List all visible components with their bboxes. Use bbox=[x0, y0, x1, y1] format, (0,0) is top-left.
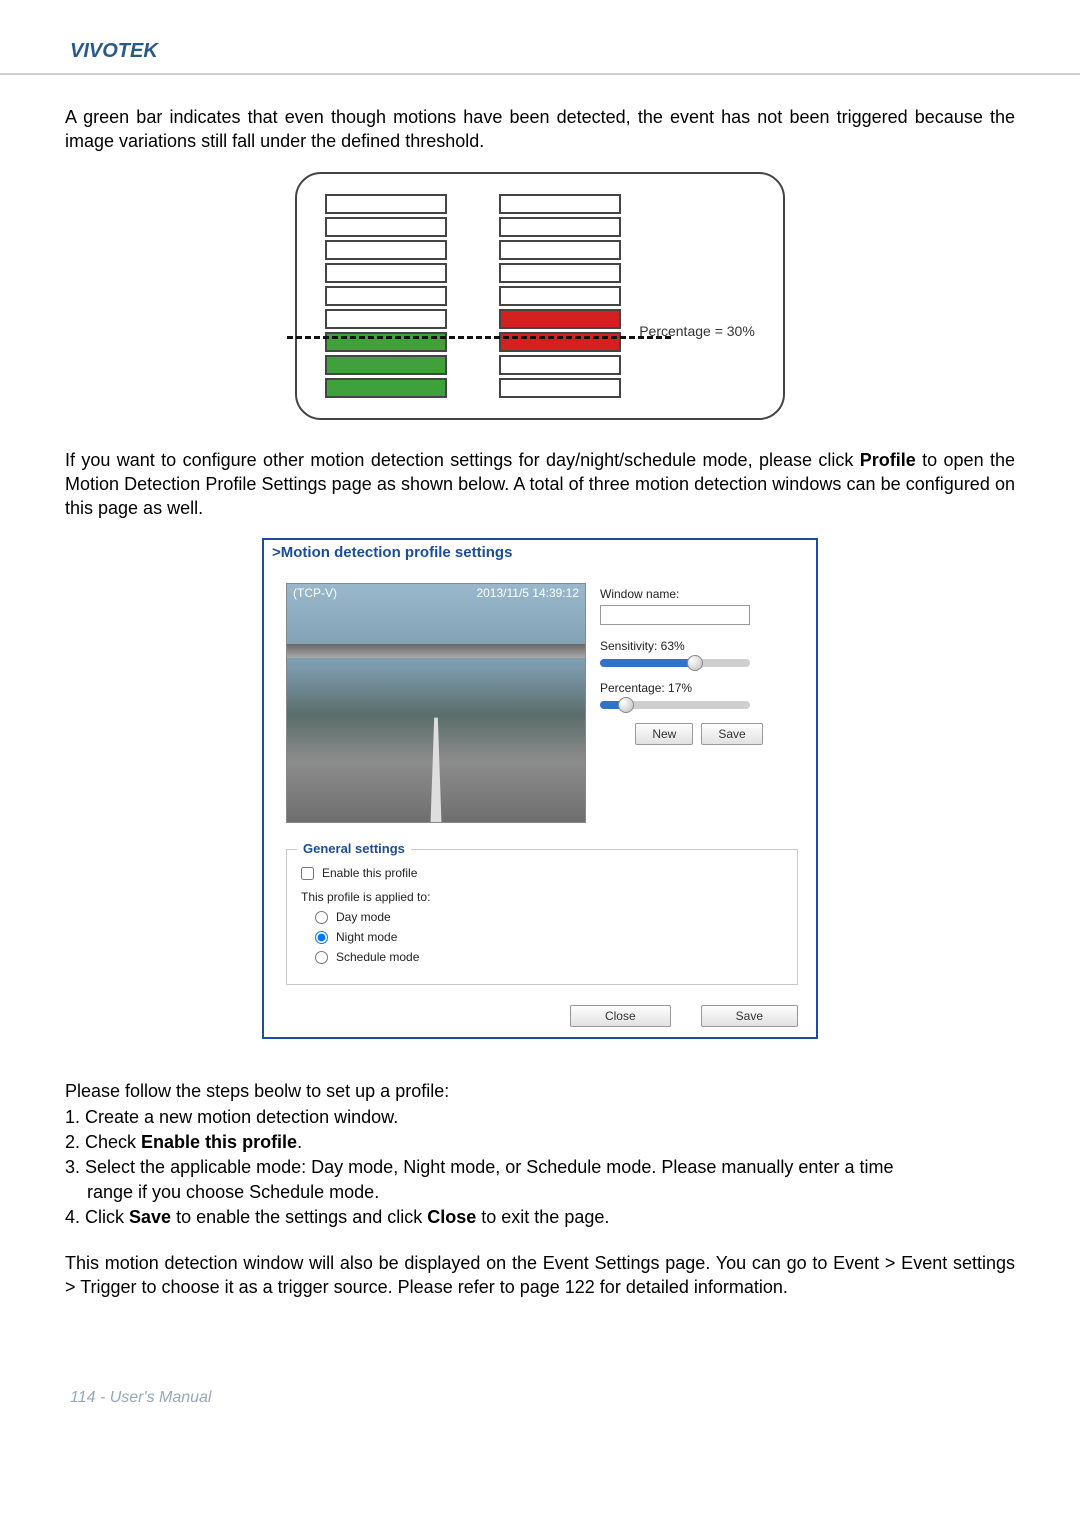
brand-label: VIVOTEK bbox=[70, 40, 158, 62]
red-bar-column bbox=[499, 194, 621, 398]
enable-profile-checkbox[interactable] bbox=[301, 867, 314, 880]
header-divider bbox=[0, 73, 1080, 75]
window-name-input[interactable] bbox=[600, 605, 750, 625]
applied-to-label: This profile is applied to: bbox=[301, 890, 783, 904]
profile-settings-screenshot: >Motion detection profile settings (TCP-… bbox=[262, 538, 818, 1039]
schedule-mode-row[interactable]: Schedule mode bbox=[315, 950, 783, 964]
new-button[interactable]: New bbox=[635, 723, 693, 745]
osd-camera-name: (TCP-V) bbox=[293, 586, 337, 600]
setup-steps: Please follow the steps beolw to set up … bbox=[65, 1079, 1015, 1230]
percentage-slider-label: Percentage: 17% bbox=[600, 681, 798, 695]
threshold-line bbox=[287, 336, 671, 339]
day-mode-row[interactable]: Day mode bbox=[315, 910, 783, 924]
close-button[interactable]: Close bbox=[570, 1005, 671, 1027]
night-mode-row[interactable]: Night mode bbox=[315, 930, 783, 944]
percentage-slider[interactable] bbox=[600, 701, 750, 709]
event-settings-paragraph: This motion detection window will also b… bbox=[65, 1251, 1015, 1300]
enable-profile-label: Enable this profile bbox=[322, 866, 417, 880]
enable-profile-row[interactable]: Enable this profile bbox=[301, 866, 783, 880]
footer-save-button[interactable]: Save bbox=[701, 1005, 798, 1027]
profile-paragraph: If you want to configure other motion de… bbox=[65, 448, 1015, 521]
page-footer: 114 - User's Manual bbox=[0, 1359, 1080, 1447]
night-mode-radio[interactable] bbox=[315, 931, 328, 944]
video-preview: (TCP-V) 2013/11/5 14:39:12 bbox=[286, 583, 586, 823]
panel-title: >Motion detection profile settings bbox=[264, 540, 816, 565]
general-settings-legend: General settings bbox=[297, 841, 411, 856]
sensitivity-label: Sensitivity: 63% bbox=[600, 639, 798, 653]
osd-timestamp: 2013/11/5 14:39:12 bbox=[476, 586, 579, 600]
green-bar-column bbox=[325, 194, 447, 398]
schedule-mode-radio[interactable] bbox=[315, 951, 328, 964]
save-button[interactable]: Save bbox=[701, 723, 762, 745]
sensitivity-slider[interactable] bbox=[600, 659, 750, 667]
intro-paragraph: A green bar indicates that even though m… bbox=[65, 105, 1015, 154]
window-name-label: Window name: bbox=[600, 587, 798, 601]
day-mode-radio[interactable] bbox=[315, 911, 328, 924]
threshold-diagram: Percentage = 30% bbox=[65, 172, 1015, 420]
